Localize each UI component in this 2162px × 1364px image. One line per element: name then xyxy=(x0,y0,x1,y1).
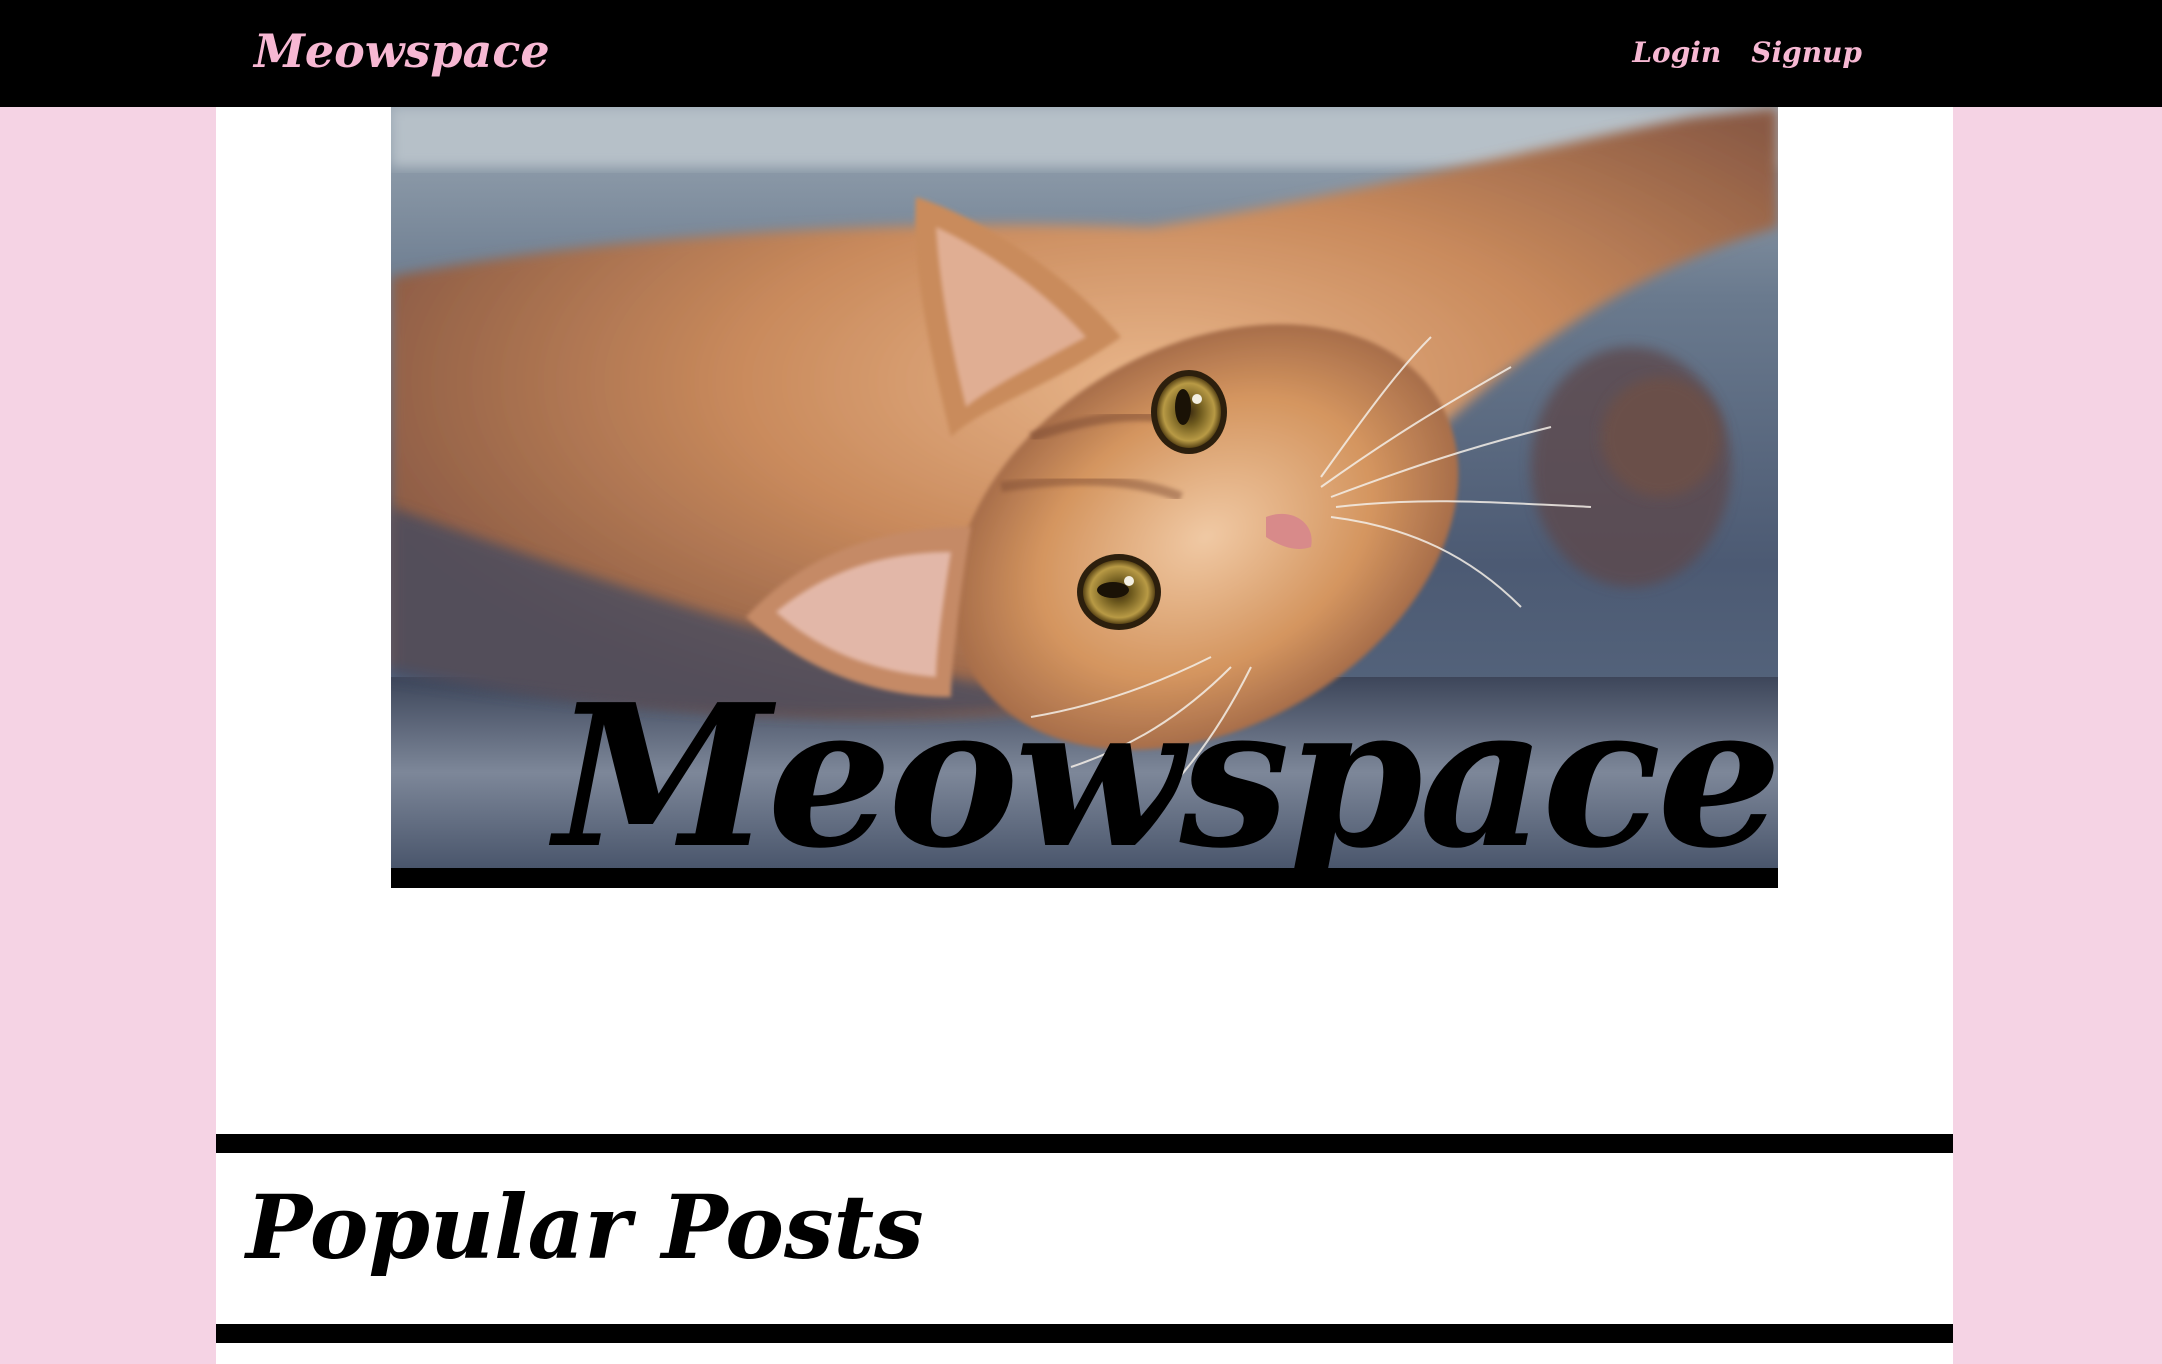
hero-banner: Meowspace xyxy=(391,107,1782,892)
section-divider-top xyxy=(216,1134,1953,1153)
section-divider-bottom xyxy=(216,1324,1953,1343)
login-link[interactable]: Login xyxy=(1632,36,1721,69)
main-content: Meowspace Popular Posts xyxy=(216,107,1953,1364)
hero-title: Meowspace xyxy=(554,662,1782,892)
popular-posts-heading: Popular Posts xyxy=(246,1175,924,1279)
nav-links: Login Signup xyxy=(1632,36,1862,69)
brand-link[interactable]: Meowspace xyxy=(254,24,550,78)
signup-link[interactable]: Signup xyxy=(1751,36,1862,69)
navbar: Meowspace Login Signup xyxy=(0,0,2162,107)
